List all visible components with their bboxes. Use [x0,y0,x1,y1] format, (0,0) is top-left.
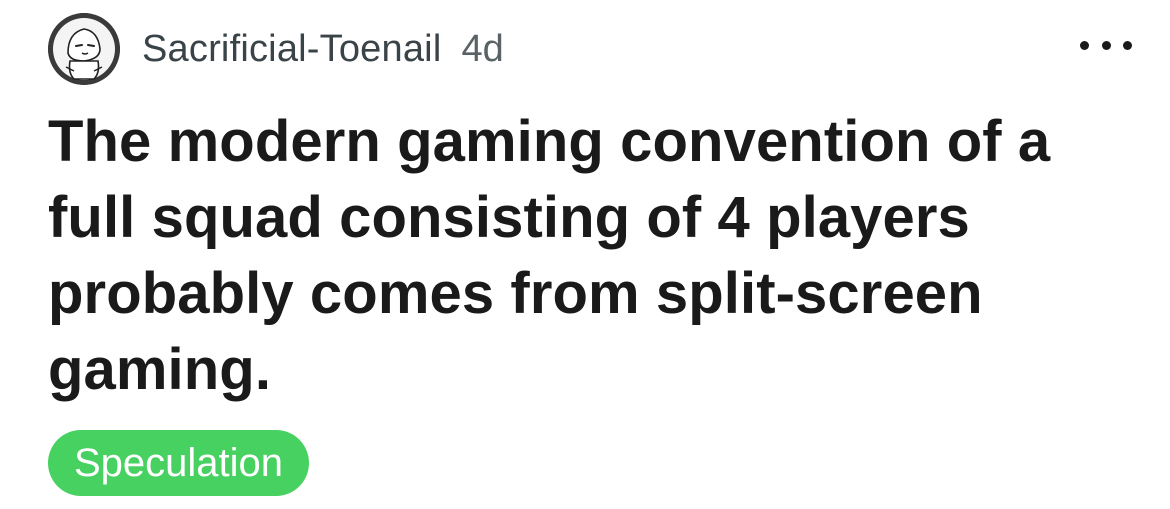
post-flair[interactable]: Speculation [48,430,310,496]
user-avatar-icon[interactable] [48,13,120,85]
post-card[interactable]: Sacrificial-Toenail 4d The modern gaming… [0,0,1170,509]
dot [1101,40,1111,50]
author-username[interactable]: Sacrificial-Toenail [142,28,441,71]
post-title[interactable]: The modern gaming convention of a full s… [48,104,1138,408]
dot [1080,40,1089,50]
post-header: Sacrificial-Toenail 4d [48,12,504,86]
more-options-icon[interactable] [1080,30,1132,60]
dot [1123,40,1132,50]
post-age: 4d [461,27,504,70]
